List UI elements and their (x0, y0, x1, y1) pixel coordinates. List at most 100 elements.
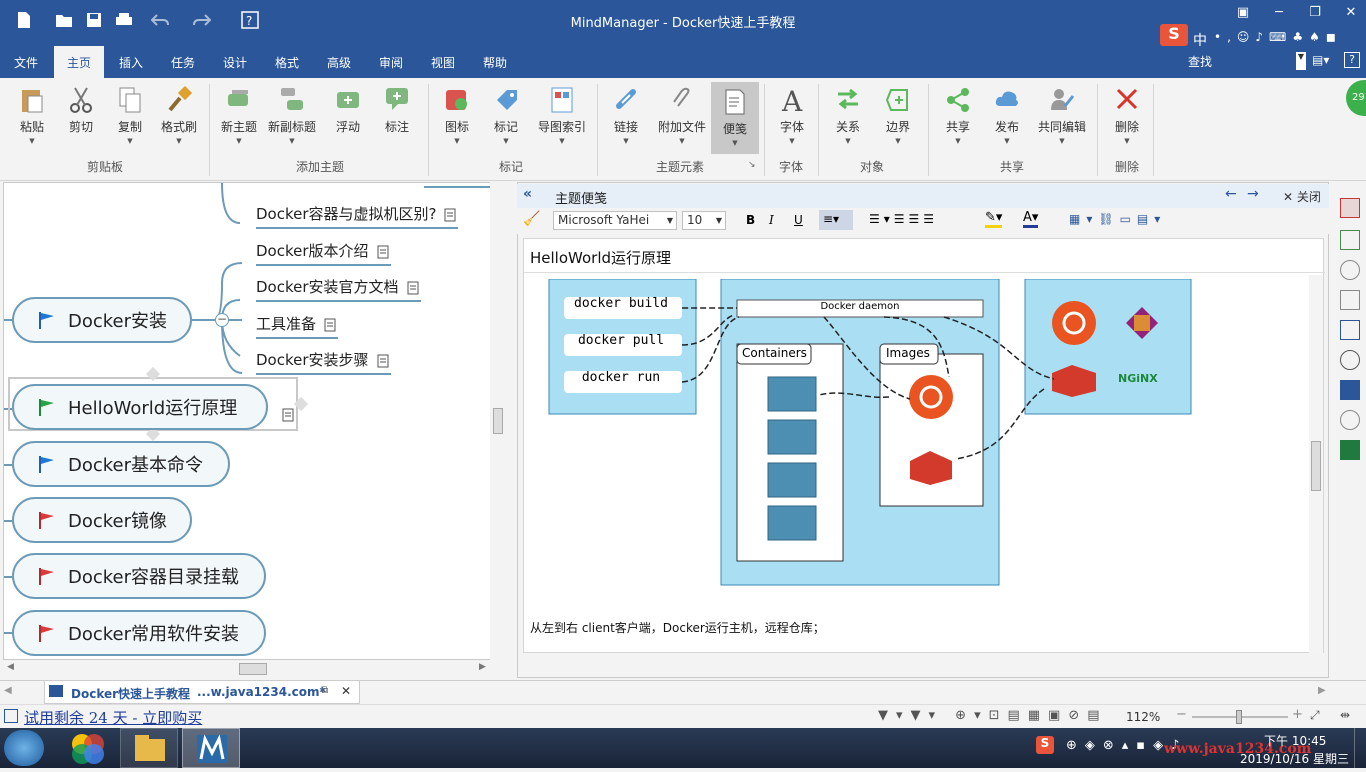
topic-docker-software[interactable]: Docker常用软件安装 (12, 610, 266, 656)
taskbar-app-photo[interactable] (60, 730, 116, 766)
start-button[interactable] (4, 730, 44, 766)
tab-scroll-left-icon[interactable]: ◀ (4, 685, 12, 696)
tab-format[interactable]: 格式 (275, 54, 299, 71)
note-icon[interactable] (324, 318, 338, 332)
layout-icon[interactable]: ▤▾ (1312, 53, 1329, 67)
maximize-button[interactable]: ❐ (1300, 2, 1330, 22)
insert-tools-icons[interactable]: ▦▾⛓▭▤▾ (1069, 212, 1166, 226)
collapse-pane-icon[interactable]: « (523, 186, 532, 202)
zoom-out-icon[interactable]: − (1176, 707, 1187, 722)
font-button[interactable]: A 字体 ▼ (768, 86, 816, 145)
zoom-slider[interactable] (1192, 710, 1288, 724)
clear-format-icon[interactable]: 🧹 (523, 211, 540, 227)
zoom-in-icon[interactable]: + (1292, 707, 1303, 722)
show-desktop-button[interactable] (1354, 728, 1366, 768)
subtopic[interactable]: Docker版本介绍 (256, 240, 391, 266)
tab-advanced[interactable]: 高级 (327, 54, 351, 71)
font-family-select[interactable]: Microsoft YaHei ▼ (553, 211, 677, 230)
scroll-thumb[interactable] (239, 663, 267, 675)
link-button[interactable]: 链接 ▼ (602, 86, 650, 145)
scroll-left-icon[interactable]: ◀ (7, 662, 14, 672)
outline-pane-icon[interactable] (1340, 290, 1360, 310)
map-index-button[interactable]: 导图索引 ▼ (534, 86, 590, 145)
scroll-thumb[interactable] (493, 408, 503, 434)
next-arrow-icon[interactable]: → (1247, 186, 1259, 202)
topic-docker-install[interactable]: Docker安装 (12, 297, 192, 343)
note-icon[interactable] (282, 408, 296, 422)
relationship-button[interactable]: 关系 ▼ (824, 86, 872, 145)
note-icon[interactable] (407, 281, 421, 295)
previous-arrow-icon[interactable]: ← (1225, 186, 1237, 202)
tab-help[interactable]: 帮助 (483, 54, 507, 71)
document-tab[interactable]: Docker快速上手教程 ...w.java1234.com* ⧉ ✕ (44, 681, 360, 704)
topic-docker-images[interactable]: Docker镜像 (12, 497, 192, 543)
note-editor[interactable]: HelloWorld运行原理 docker build docker pull … (523, 238, 1325, 653)
tab-view[interactable]: 视图 (431, 54, 455, 71)
subtopic[interactable]: 工具准备 (256, 313, 339, 339)
ribbon-display-icon[interactable]: ▣ (1228, 2, 1258, 22)
tab-insert[interactable]: 插入 (119, 54, 143, 71)
browser-pane-icon[interactable] (1340, 410, 1360, 430)
list-buttons-icon[interactable]: ☰▾☰☰☰ (869, 212, 938, 226)
minimize-button[interactable]: ─ (1264, 2, 1294, 22)
search-label[interactable]: 查找 (1188, 53, 1212, 70)
scroll-thumb[interactable] (1311, 441, 1321, 491)
attach-file-button[interactable]: 附加文件 ▼ (654, 86, 710, 145)
sogou-logo-icon[interactable]: S (1160, 24, 1188, 46)
close-notes-button[interactable]: ✕ 关闭 (1283, 188, 1321, 205)
collapse-toggle[interactable]: − (215, 313, 229, 327)
map-horizontal-scrollbar[interactable]: ◀ ▶ (3, 660, 493, 678)
cut-button[interactable]: 剪切 (57, 86, 105, 135)
subtopic[interactable]: Docker安装步骤 (256, 349, 391, 375)
topic-docker-commands[interactable]: Docker基本命令 (12, 441, 230, 487)
highlight-icon[interactable]: ✎▾ (985, 210, 1003, 228)
subtopic[interactable]: Docker安装官方文档 (256, 276, 421, 302)
fit-map-icon[interactable]: ⤢ (1310, 708, 1320, 723)
map-parts-pane-icon[interactable] (1340, 380, 1360, 400)
ime-toolbar-icons[interactable]: •,☺♪⌨♣♠◼ (1214, 30, 1354, 46)
font-size-select[interactable]: 10 ▼ (682, 211, 726, 230)
mind-map-canvas[interactable]: Docker容器与虚拟机区别? Docker版本介绍 Docker安装官方文档 … (3, 182, 491, 660)
filter-icons[interactable]: ▼▾▼▾ ⊕▾⊡▤▦▣⊘▤ (878, 708, 1108, 723)
co-edit-button[interactable]: 共同编辑 ▼ (1034, 86, 1090, 145)
topic-docker-volumes[interactable]: Docker容器目录挂载 (12, 553, 266, 599)
excel-pane-icon[interactable] (1340, 440, 1360, 460)
trial-link[interactable]: 试用剩余 24 天 - 立即购买 (24, 707, 202, 728)
library-pane-icon[interactable] (1340, 320, 1360, 340)
help-button-icon[interactable]: ? (1344, 52, 1360, 68)
tab-home[interactable]: 主页 (54, 46, 105, 78)
close-button[interactable]: ✕ (1336, 2, 1366, 22)
taskbar-app-mindmanager[interactable] (182, 728, 240, 768)
floating-topic-button[interactable]: 浮动 (324, 86, 372, 135)
new-subtopic-button[interactable]: 新副标题 ▼ (268, 86, 316, 145)
search-pane-icon[interactable] (1340, 350, 1360, 370)
note-icon[interactable] (444, 208, 458, 222)
tab-review[interactable]: 审阅 (379, 54, 403, 71)
restore-doc-icon[interactable]: ⧉ (321, 685, 328, 696)
bold-button[interactable]: B (746, 213, 755, 227)
search-dropdown-icon[interactable]: ▼ (1296, 52, 1306, 70)
subtopic[interactable]: Docker容器与虚拟机区别? (256, 203, 459, 229)
tab-scroll-right-icon[interactable]: ▶ (1318, 685, 1326, 696)
close-doc-icon[interactable]: ✕ (341, 684, 351, 698)
icon-button[interactable]: 图标 ▼ (433, 86, 481, 145)
callout-button[interactable]: 标注 (373, 86, 421, 135)
tab-tasks[interactable]: 任务 (171, 54, 195, 71)
new-topic-button[interactable]: 新主题 ▼ (215, 86, 263, 145)
share-button[interactable]: 共享 ▼ (934, 86, 982, 145)
markers-pane-icon[interactable] (1340, 198, 1360, 218)
publish-button[interactable]: 发布 ▼ (983, 86, 1031, 145)
tab-design[interactable]: 设计 (223, 54, 247, 71)
tray-sogou-icon[interactable]: S (1036, 736, 1054, 754)
boundary-button[interactable]: 边界 ▼ (874, 86, 922, 145)
font-color-icon[interactable]: A▾ (1023, 210, 1039, 228)
copy-button[interactable]: 复制 ▼ (106, 86, 154, 145)
split-view-icon[interactable]: ⇹ (1340, 708, 1350, 722)
taskbar-app-explorer[interactable] (120, 728, 178, 768)
map-vertical-scrollbar[interactable] (490, 182, 508, 660)
underline-button[interactable]: U (794, 213, 803, 227)
tab-file[interactable]: 文件 (14, 54, 38, 71)
format-painter-button[interactable]: 格式刷 ▼ (155, 86, 203, 145)
notes-button[interactable]: 便笺 ▼ (711, 82, 759, 154)
align-dropdown[interactable]: ≡▾ (819, 210, 853, 230)
